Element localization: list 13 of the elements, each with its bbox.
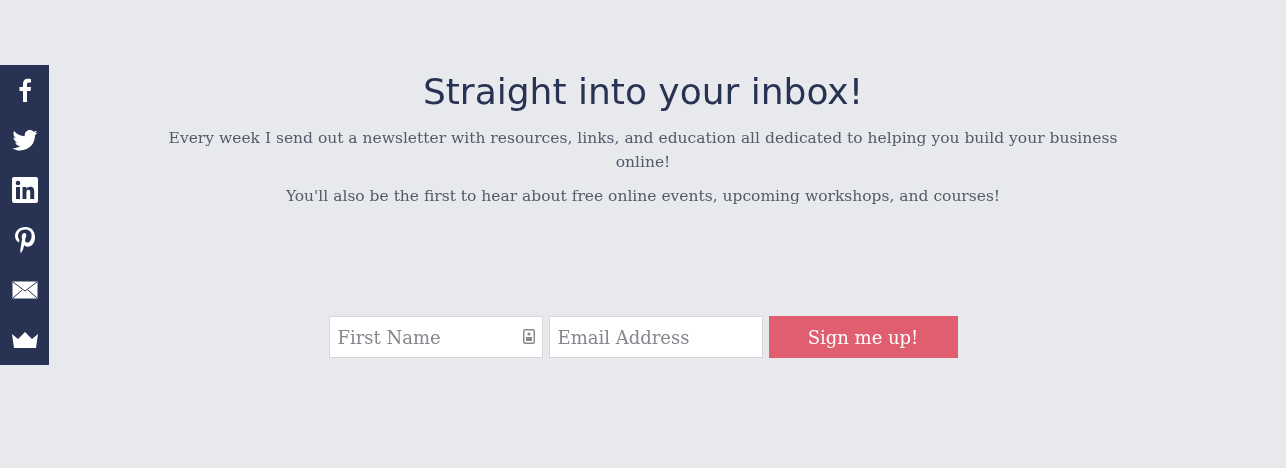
crown-icon [11,332,38,348]
email-icon [11,281,38,299]
facebook-icon [17,78,32,102]
heading: Straight into your inbox! [422,70,864,114]
intro-text: Every week I send out a newsletter with resources, links, and education all dedicated to helping you build your business online! [167,128,1119,173]
email-field[interactable]: Email Address [548,316,763,358]
intro-text: You'll also be the first to hear about free online events, upcoming workshops, and courses! [284,186,1002,207]
pinterest-icon [14,227,35,253]
linkedin-icon [11,177,38,203]
signup-button[interactable]: Sign me up! [768,316,958,358]
twitter-icon [11,129,38,151]
contact-card-icon [522,329,535,344]
first-name-field[interactable]: First Name [328,316,543,358]
